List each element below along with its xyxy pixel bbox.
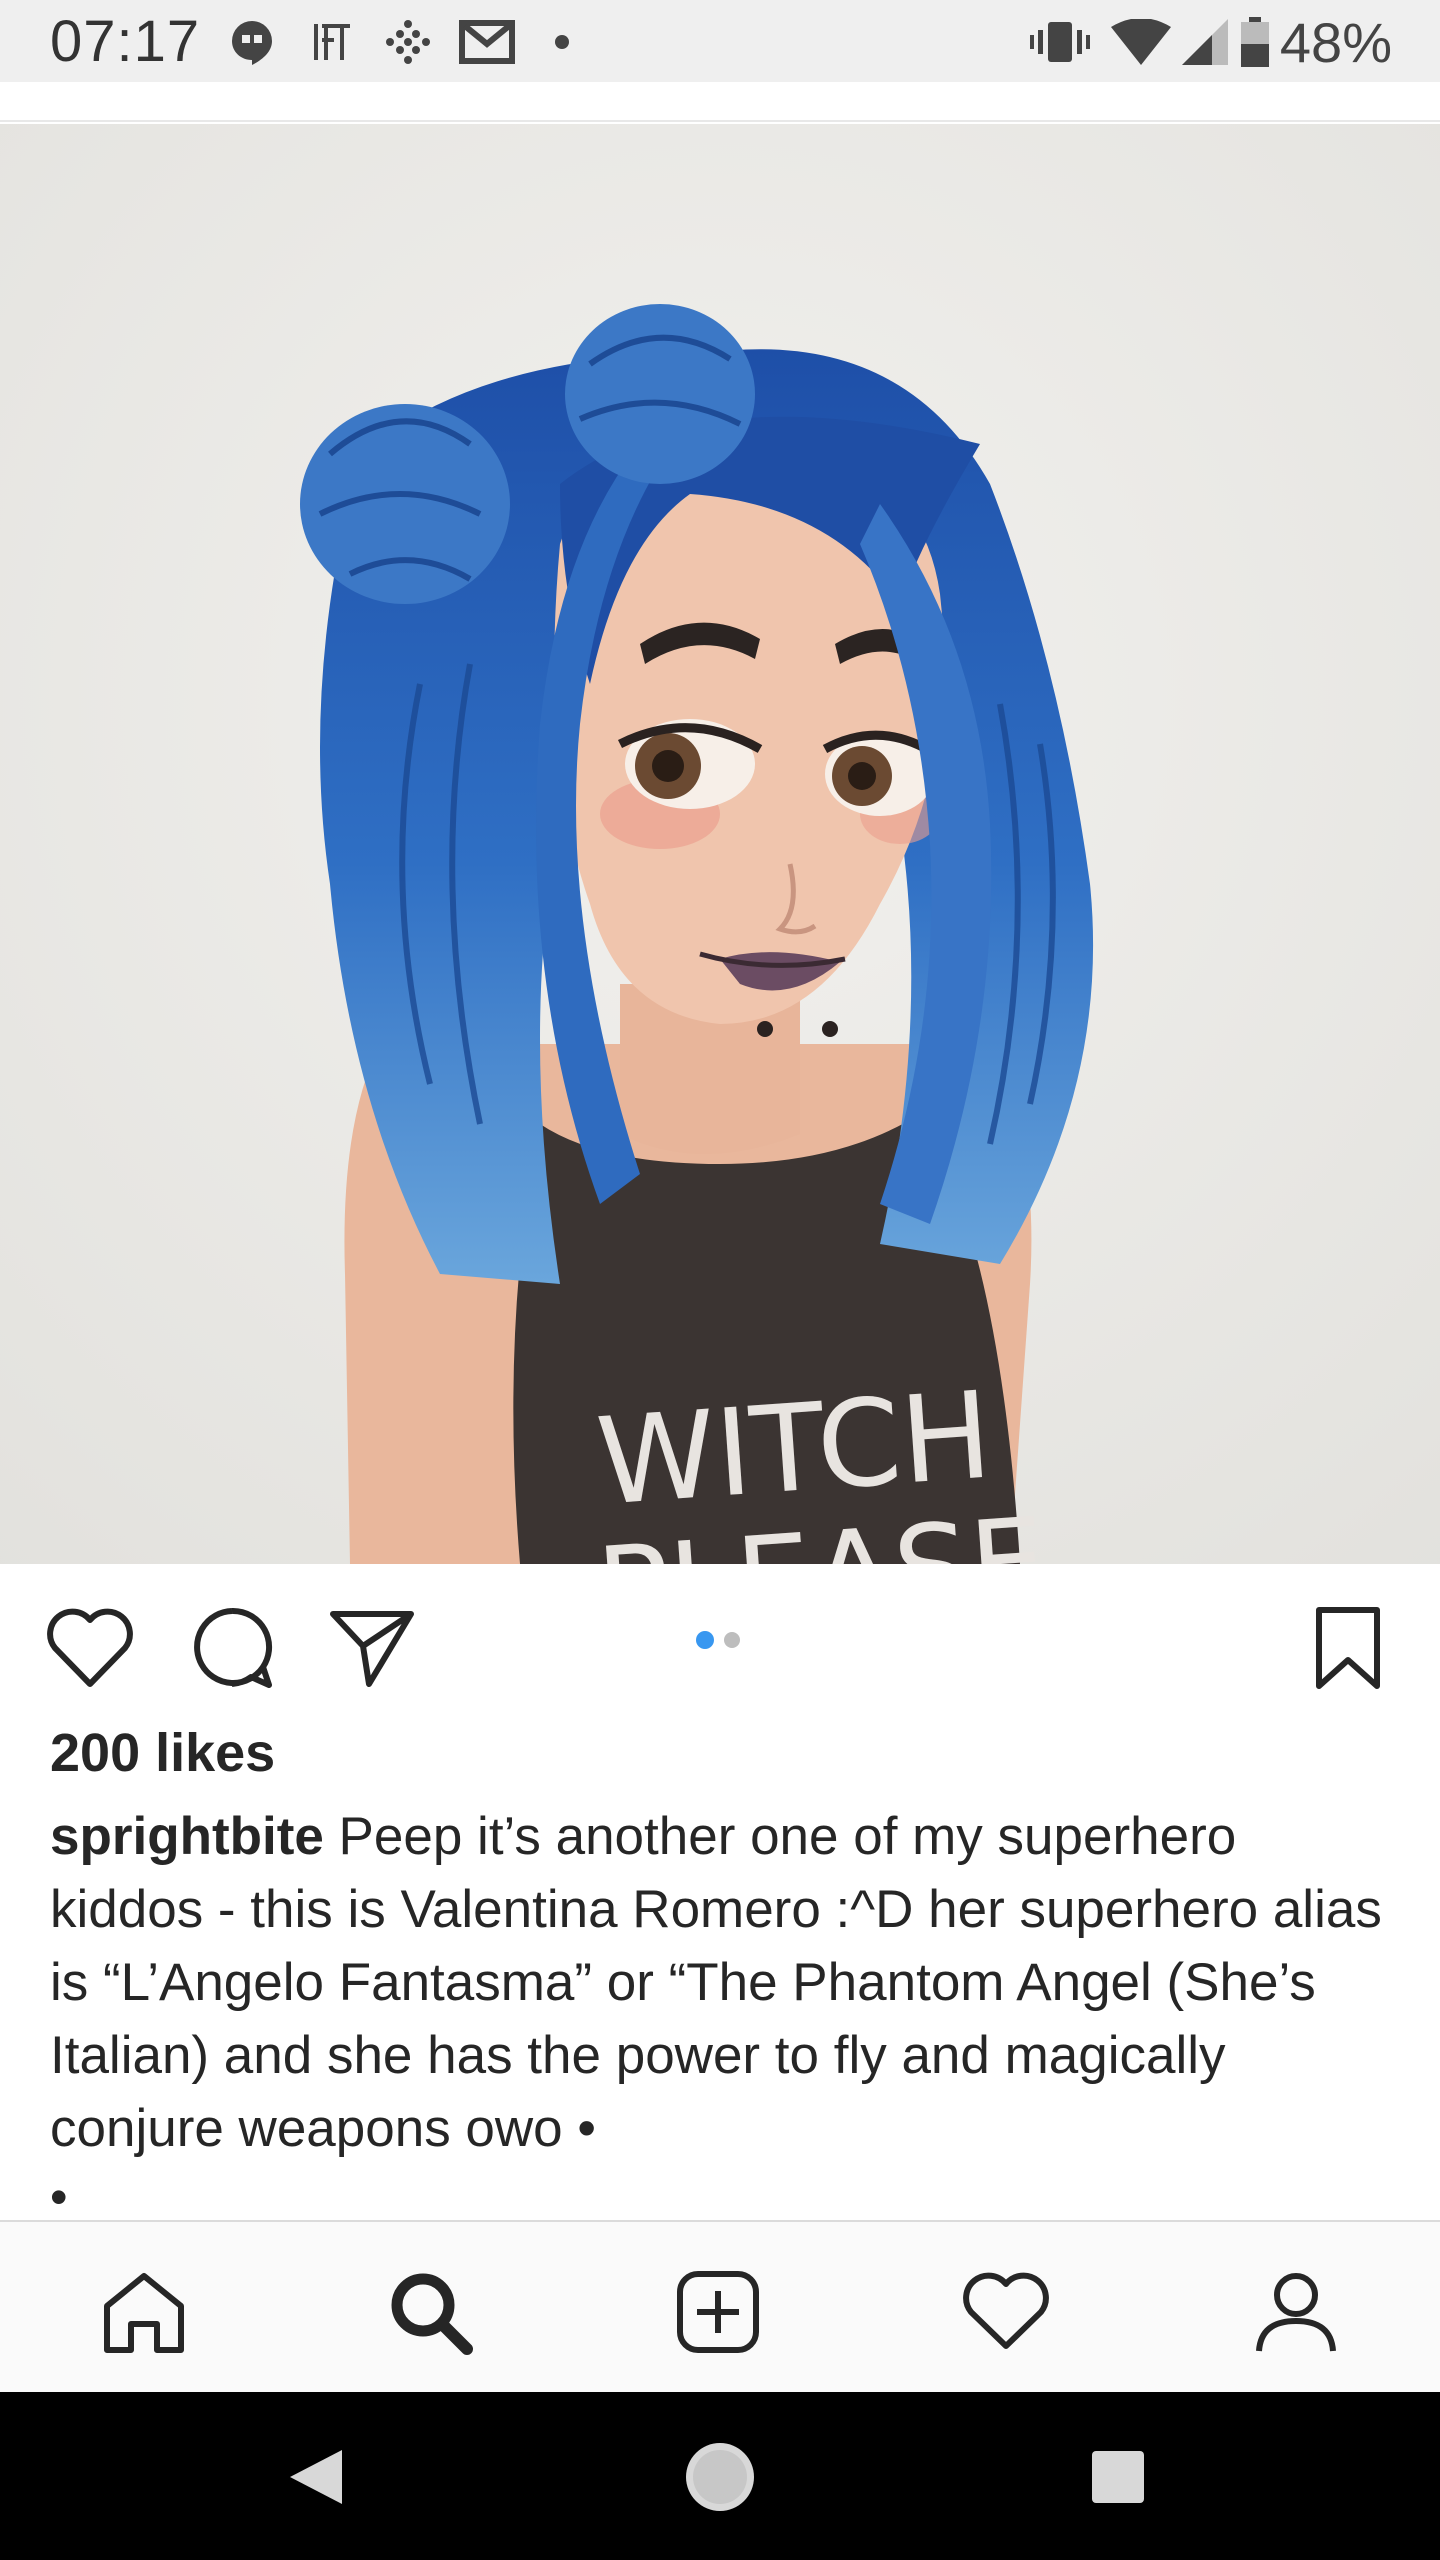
battery-icon <box>1240 17 1270 67</box>
bottom-navigation <box>0 2220 1440 2392</box>
system-back-button[interactable] <box>270 2432 360 2522</box>
carousel-dot <box>724 1632 740 1648</box>
hangouts-icon <box>228 18 276 66</box>
wifi-icon <box>1110 18 1172 66</box>
save-button[interactable] <box>1302 1602 1394 1694</box>
post-caption: sprightbite Peep it’s another one of my … <box>50 1800 1400 2165</box>
nav-new-post[interactable] <box>668 2262 768 2362</box>
status-bar: 07:17 48% <box>0 0 1440 82</box>
ifttt-icon <box>308 18 356 66</box>
nav-search[interactable] <box>380 2262 480 2362</box>
likes-count[interactable]: 200 likes <box>50 1722 275 1784</box>
heart-icon <box>47 1608 133 1687</box>
illustration-svg: WITCH PLEASE <box>0 124 1440 1564</box>
bookmark-icon <box>1316 1607 1380 1689</box>
nav-profile[interactable] <box>1246 2262 1346 2362</box>
nav-home[interactable] <box>94 2262 194 2362</box>
comment-icon <box>194 1607 273 1688</box>
comment-button[interactable] <box>186 1602 278 1694</box>
nav-activity[interactable] <box>956 2262 1056 2362</box>
share-button[interactable] <box>326 1602 418 1694</box>
status-time: 07:17 <box>50 9 201 74</box>
activity-heart-icon <box>963 2272 1049 2349</box>
back-icon <box>290 2450 342 2504</box>
carousel-dot-active <box>696 1631 714 1649</box>
top-strip <box>0 82 1440 122</box>
post-image[interactable]: WITCH PLEASE <box>0 124 1440 1564</box>
profile-icon <box>1256 2273 1336 2352</box>
new-post-icon <box>677 2271 759 2353</box>
more-dot-icon <box>548 18 576 66</box>
carousel-indicator <box>696 1631 740 1649</box>
paper-plane-icon <box>330 1611 414 1687</box>
system-navigation <box>0 2392 1440 2560</box>
like-button[interactable] <box>44 1602 136 1694</box>
home-circle-icon <box>686 2443 754 2511</box>
vibrate-icon <box>1028 18 1092 66</box>
caption-username[interactable]: sprightbite <box>50 1807 324 1866</box>
battery-percent: 48% <box>1279 11 1392 74</box>
system-home-button[interactable] <box>675 2432 765 2522</box>
gmail-icon <box>458 18 516 66</box>
search-icon <box>391 2273 473 2355</box>
home-icon <box>104 2273 184 2353</box>
slack-icon <box>382 18 434 66</box>
system-recents-button[interactable] <box>1073 2432 1163 2522</box>
caption-trailing-bullet: • <box>50 2169 68 2225</box>
signal-icon <box>1180 18 1230 66</box>
recents-icon <box>1092 2451 1144 2503</box>
